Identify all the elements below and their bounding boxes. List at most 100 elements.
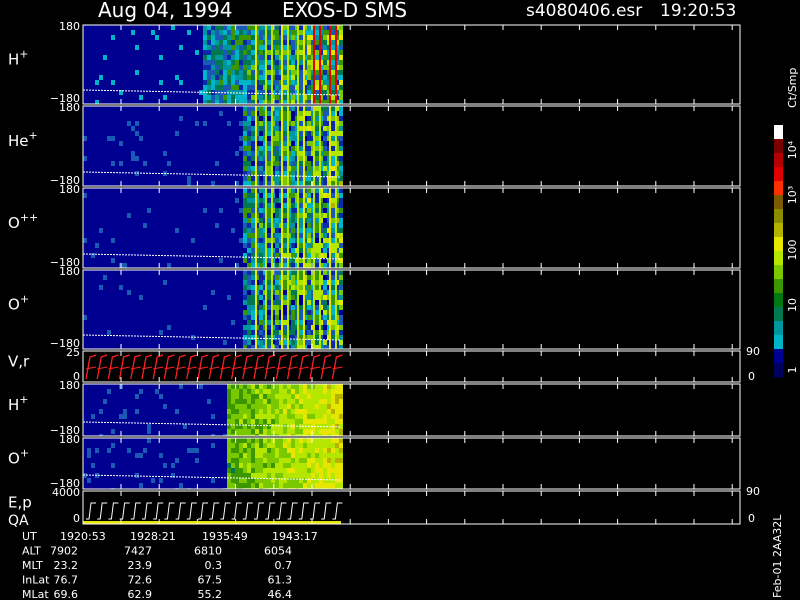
- spectrogram-cell: [339, 151, 343, 156]
- spectrogram-cell: [203, 223, 207, 228]
- spectrogram-cell: [307, 100, 311, 104]
- spectrogram-cell: [259, 75, 263, 80]
- spectrogram-cell: [115, 399, 119, 404]
- spectrogram-cell: [223, 176, 227, 181]
- spectrogram-cell: [215, 409, 219, 414]
- spectrogram-cell: [299, 121, 303, 126]
- spectrogram-cell: [307, 65, 311, 70]
- spectrogram-cell: [155, 176, 159, 181]
- spectrogram-cell: [115, 171, 119, 176]
- spectrogram-cell: [159, 161, 163, 166]
- spectrogram-cell: [243, 409, 247, 414]
- spectrogram-cell: [187, 151, 191, 156]
- spectrogram-cell: [103, 325, 107, 330]
- spectrogram-cell: [167, 106, 171, 111]
- spectrogram-cell: [195, 55, 199, 60]
- spectrogram-cell: [115, 248, 119, 253]
- spectrogram-cell: [103, 345, 107, 349]
- spectrogram-cell: [239, 198, 243, 203]
- spectrogram-cell: [83, 285, 87, 290]
- spectrogram-cell: [227, 305, 231, 310]
- spectrogram-cell: [151, 320, 155, 325]
- spectrogram-cell: [227, 340, 231, 345]
- spectrogram-cell: [139, 193, 143, 198]
- spectrogram-cell: [167, 280, 171, 285]
- spectrogram-cell: [239, 285, 243, 290]
- spectrogram-cell: [187, 181, 191, 186]
- spectrogram-cell: [139, 85, 143, 90]
- spectrogram-cell: [83, 263, 87, 268]
- spectrogram-cell: [203, 340, 207, 345]
- spectrogram-cell: [207, 409, 211, 414]
- spectrogram-cell: [239, 166, 243, 171]
- spectrogram-cell: [199, 285, 203, 290]
- spectrogram-cell: [115, 263, 119, 268]
- spectrogram-cell: [179, 429, 183, 434]
- spectrogram-cell: [91, 75, 95, 80]
- spectrogram-cell: [207, 394, 211, 399]
- spectrogram-cell: [259, 106, 263, 111]
- spectrogram-cell: [307, 35, 311, 40]
- spectrogram-cell: [135, 198, 139, 203]
- spectrogram-cell: [87, 30, 91, 35]
- spectrogram-cell: [171, 414, 175, 419]
- spectrogram-cell: [171, 208, 175, 213]
- spectrogram-cell: [247, 345, 251, 349]
- spectrogram-cell: [143, 384, 147, 389]
- spectrogram-cell: [115, 126, 119, 131]
- spectrogram-cell: [87, 275, 91, 280]
- spectrogram-cell: [107, 389, 111, 394]
- spectrogram-cell: [151, 188, 155, 193]
- spectrogram-cell: [163, 193, 167, 198]
- spectrogram-cell: [131, 429, 135, 434]
- spectrogram-cell: [283, 161, 287, 166]
- spectrogram-cell: [183, 65, 187, 70]
- spectrogram-cell: [251, 80, 255, 85]
- spectrogram-cell: [163, 60, 167, 65]
- spectrogram-streak: [287, 25, 289, 104]
- spectrogram-cell: [251, 389, 255, 394]
- spectrogram-cell: [159, 35, 163, 40]
- spectrogram-cell: [99, 414, 103, 419]
- spectrogram-cell: [275, 285, 279, 290]
- spectrogram-cell: [187, 419, 191, 424]
- spectrogram-cell: [151, 238, 155, 243]
- spectrogram-cell: [115, 188, 119, 193]
- spectrogram-cell: [115, 409, 119, 414]
- spectrogram-cell: [259, 340, 263, 345]
- spectrogram-cell: [219, 146, 223, 151]
- spectrogram-cell: [215, 151, 219, 156]
- spectrogram-cell: [315, 85, 319, 90]
- spectrogram-cell: [119, 394, 123, 399]
- spectrogram-cell: [243, 111, 247, 116]
- spectrogram-cell: [179, 70, 183, 75]
- spectrogram-cell: [215, 305, 219, 310]
- spectrogram-cell: [103, 300, 107, 305]
- spectrogram-cell: [187, 228, 191, 233]
- spectrogram-cell: [171, 248, 175, 253]
- spectrogram-cell: [179, 258, 183, 263]
- spectrogram-cell: [195, 404, 199, 409]
- spectrogram-cell: [299, 315, 303, 320]
- spectrogram-cell: [139, 126, 143, 131]
- spectrogram-cell: [223, 270, 227, 275]
- spectrogram-cell: [291, 310, 295, 315]
- spectrogram-cell: [215, 111, 219, 116]
- spectrogram-cell: [207, 248, 211, 253]
- spectrogram-cell: [155, 45, 159, 50]
- spectrogram-cell: [167, 223, 171, 228]
- spectrogram-cell: [163, 40, 167, 45]
- spectrogram-cell: [95, 340, 99, 345]
- spectrogram-cell: [87, 305, 91, 310]
- spectrogram-cell: [167, 414, 171, 419]
- spectrogram-cell: [83, 409, 87, 414]
- spectrogram-cell: [247, 126, 251, 131]
- spectrogram-cell: [195, 156, 199, 161]
- spectrogram-cell: [91, 223, 95, 228]
- spectrogram-cell: [271, 414, 275, 419]
- spectrogram-cell: [259, 218, 263, 223]
- spectrogram-cell: [127, 55, 131, 60]
- spectrogram-cell: [227, 330, 231, 335]
- spectrogram-cell: [211, 171, 215, 176]
- spectrogram-cell: [243, 213, 247, 218]
